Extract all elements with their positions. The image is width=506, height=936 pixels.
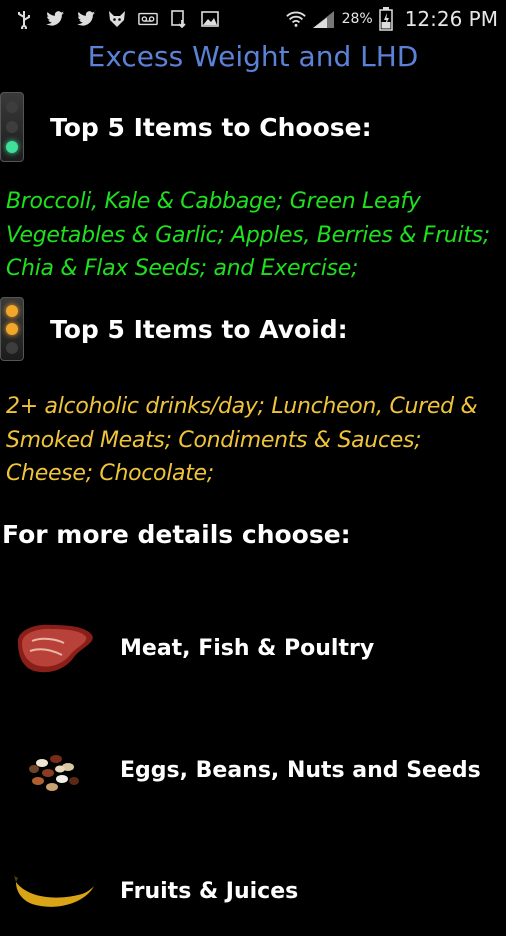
status-bar: 28% 12:26 PM [0, 0, 506, 38]
menu-item-label: Eggs, Beans, Nuts and Seeds [120, 757, 481, 783]
amber-traffic-light-icon [0, 297, 24, 361]
menu-item-meat[interactable]: Meat, Fish & Poultry [0, 603, 506, 693]
app-title: Excess Weight and LHD [87, 40, 419, 73]
usb-icon [18, 11, 30, 29]
menu-item-label: Meat, Fish & Poultry [120, 635, 375, 661]
menu-item-eggs-beans[interactable]: Eggs, Beans, Nuts and Seeds [0, 725, 506, 815]
choose-section-header: Top 5 Items to Choose: [0, 92, 372, 162]
download-icon [171, 10, 186, 29]
avoid-heading: Top 5 Items to Avoid: [50, 314, 348, 344]
banana-icon [14, 876, 94, 907]
fox-icon [109, 11, 125, 27]
avoid-line: Cheese; Chocolate; [6, 461, 214, 486]
choose-line: Vegetables & Garlic; Apples, Berries & F… [6, 222, 490, 248]
battery-icon [378, 7, 393, 31]
choose-line: Broccoli, Kale & Cabbage; Green Leafy [6, 189, 421, 214]
signal-icon [312, 11, 334, 28]
menu-item-fruits[interactable]: Fruits & Juices [0, 846, 506, 936]
clock: 12:26 PM [404, 7, 498, 31]
choose-line: Chia & Flax Seeds; and Exercise; [6, 256, 359, 281]
notification-icons [14, 9, 220, 29]
battery-percent: 28% [341, 11, 373, 27]
wifi-icon [285, 11, 306, 27]
steak-icon [17, 624, 93, 673]
choose-items: Broccoli, Kale & Cabbage; Green Leafy Ve… [6, 185, 502, 286]
twitter-icon [77, 11, 95, 26]
green-traffic-light-icon [0, 92, 24, 162]
voicemail-icon [138, 12, 158, 26]
image-icon [201, 11, 219, 27]
details-label: For more details choose: [2, 520, 351, 549]
avoid-section-header: Top 5 Items to Avoid: [0, 297, 348, 361]
twitter-icon [46, 11, 64, 26]
beans-icon [29, 755, 79, 791]
avoid-items: 2+ alcoholic drinks/day; Luncheon, Cured… [6, 390, 502, 491]
avoid-line: Smoked Meats; Condiments & Sauces; [6, 427, 422, 453]
system-status: 28% 12:26 PM [285, 7, 498, 31]
avoid-line: 2+ alcoholic drinks/day; Luncheon, Cured… [6, 394, 478, 419]
choose-heading: Top 5 Items to Choose: [50, 112, 372, 142]
